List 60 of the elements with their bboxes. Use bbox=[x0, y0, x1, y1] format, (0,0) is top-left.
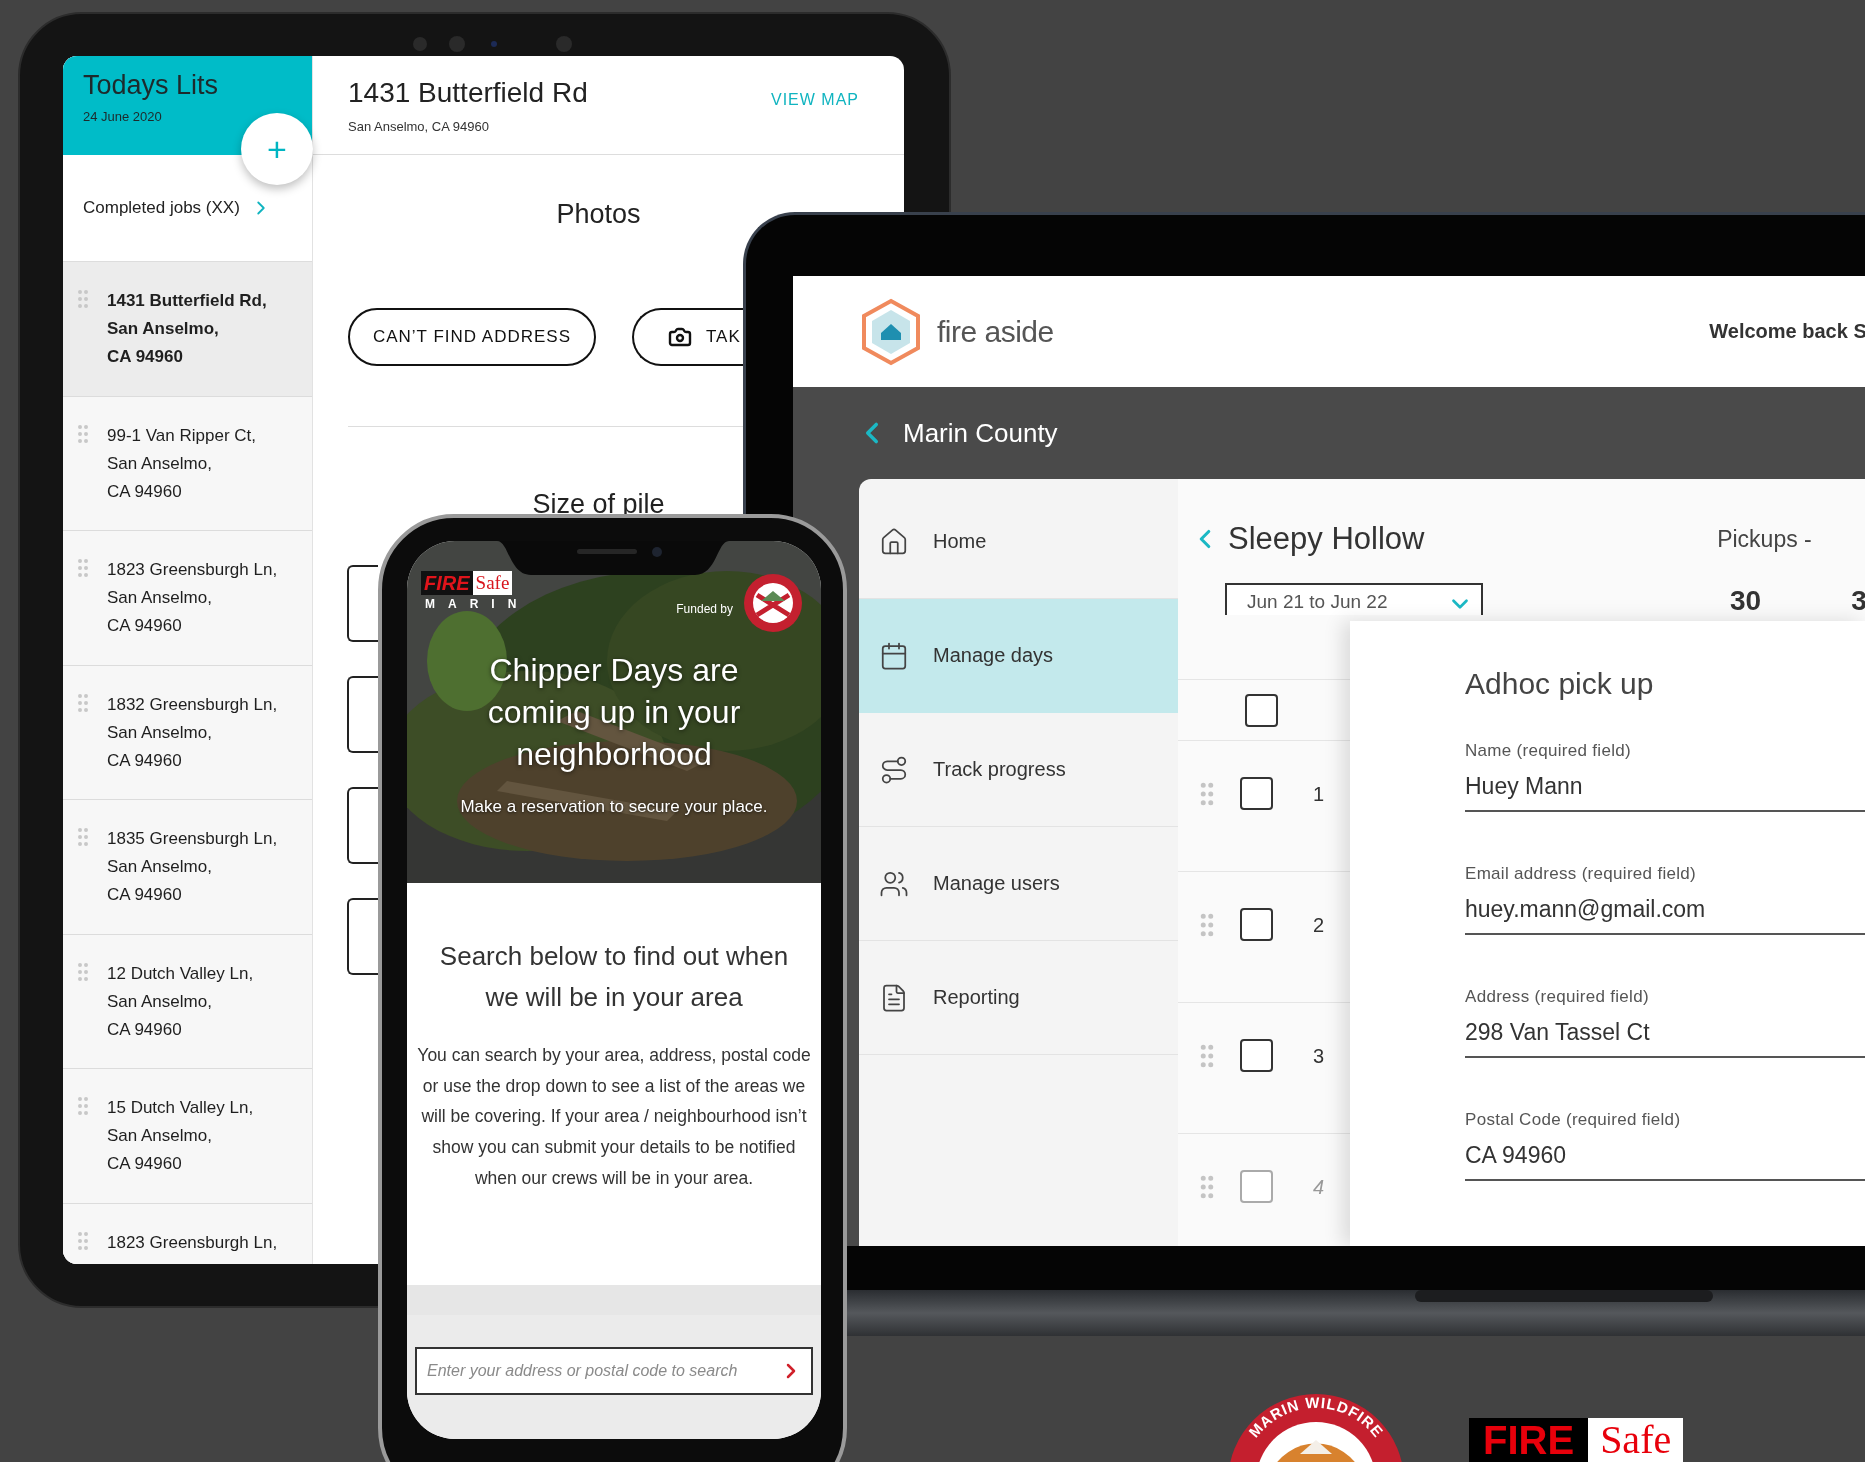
logo-fire-text: FIRE bbox=[421, 571, 473, 595]
hexagon-logo-icon bbox=[859, 297, 923, 366]
field-label: Name (required field) bbox=[1465, 741, 1632, 761]
job-address: 1431 Butterfield Rd, San Anselmo, CA 94960 bbox=[107, 290, 267, 368]
job-address-title: 1431 Butterfield Rd bbox=[348, 76, 588, 109]
hero-subline: Make a reservation to secure your place. bbox=[460, 797, 768, 817]
text-field[interactable]: Huey Mann bbox=[1465, 761, 1865, 812]
search-field[interactable]: Enter your address or postal code to search bbox=[415, 1347, 813, 1395]
area-title: Sleepy Hollow bbox=[1228, 521, 1425, 557]
row-number: 4 bbox=[1313, 1176, 1325, 1199]
calendar-icon bbox=[879, 640, 909, 671]
job-address: 99-1 Van Ripper Ct, San Anselmo, CA 94960 bbox=[107, 424, 256, 503]
field-label: Postal Code (required field) bbox=[1465, 1110, 1682, 1130]
select-all-checkbox[interactable] bbox=[1245, 693, 1278, 727]
home-icon bbox=[879, 526, 909, 557]
job-city: San Anselmo, CA 94960 bbox=[348, 118, 490, 134]
list-date: 24 June 2020 bbox=[83, 109, 163, 124]
pile-size-title: Size of pile bbox=[532, 489, 665, 520]
nav-item[interactable]: Manage days bbox=[859, 599, 1178, 713]
job-address: 12 Dutch Valley Ln, San Anselmo, CA 94960 bbox=[107, 962, 254, 1041]
row-number: 2 bbox=[1313, 914, 1325, 937]
text-field[interactable]: CA 94960 bbox=[1465, 1130, 1865, 1181]
field-label: Address (required field) bbox=[1465, 987, 1650, 1007]
panel-title: Adhoc pick up bbox=[1465, 667, 1655, 701]
job-address: 1832 Greensburgh Ln, San Anselmo, CA 94960 bbox=[107, 693, 278, 772]
take-photo-button[interactable]: TAK bbox=[632, 308, 743, 366]
pickup-count: 30 bbox=[1730, 585, 1762, 617]
completed-jobs-link[interactable]: Completed jobs (XX) bbox=[83, 197, 272, 219]
cant-find-address-button[interactable]: CAN’T FIND ADDRESS bbox=[348, 308, 596, 366]
pickup-count: 3 bbox=[1851, 585, 1865, 617]
logo-safe-text: Safe bbox=[472, 571, 513, 595]
route-icon bbox=[879, 754, 909, 785]
logo-marin-text: MARIN bbox=[424, 597, 530, 611]
hero-headline: Chipper Days are coming up in your neighborhood bbox=[486, 651, 742, 774]
row-number: 3 bbox=[1313, 1045, 1325, 1068]
job-address: 15 Dutch Valley Ln, San Anselmo, CA 94960 bbox=[107, 1097, 254, 1175]
footer-fire-text: FIRE bbox=[1469, 1418, 1589, 1462]
search-heading: Search below to find out when we will be in your area bbox=[438, 940, 790, 1014]
text-field[interactable]: 298 Van Tassel Ct bbox=[1465, 1007, 1865, 1058]
job-item[interactable]: 1431 Butterfield Rd, San Anselmo, CA 94960 bbox=[63, 262, 312, 397]
brand-name: fire aside bbox=[937, 314, 1054, 349]
row-number: 1 bbox=[1313, 783, 1325, 806]
photos-title: Photos bbox=[556, 199, 641, 230]
text-field[interactable]: huey.mann@gmail.com bbox=[1465, 884, 1865, 935]
row-checkbox[interactable] bbox=[1240, 908, 1273, 941]
pickups-label: Pickups - bbox=[1717, 525, 1812, 553]
footer-safe-text: Safe bbox=[1588, 1418, 1684, 1462]
field-label: Email address (required field) bbox=[1465, 864, 1698, 884]
funded-by-text: Funded by bbox=[676, 602, 733, 616]
job-address: 1823 Greensburgh Ln, San Anselmo, CA 94960 bbox=[107, 559, 278, 637]
camera-icon bbox=[668, 325, 692, 349]
row-checkbox[interactable] bbox=[1240, 1039, 1273, 1072]
county-title: Marin County bbox=[903, 417, 1058, 449]
seal-icon bbox=[743, 571, 803, 635]
row-checkbox[interactable] bbox=[1240, 777, 1273, 810]
list-title: Todays Lits bbox=[83, 70, 220, 101]
search-description: You can search by your area, address, postal code or use the drop down to see a list of the areas we will be covering. If your area / neighbourhood isn’t show you can submit your details to be notified when our crews will be in your area. bbox=[416, 1044, 812, 1190]
date-range-dropdown[interactable]: Jun 21 to Jun 22 bbox=[1225, 583, 1483, 615]
job-address: 1823 Greensburgh Ln, bbox=[107, 1231, 278, 1254]
job-address: 1835 Greensburgh Ln, San Anselmo, CA 94960 bbox=[107, 828, 278, 906]
